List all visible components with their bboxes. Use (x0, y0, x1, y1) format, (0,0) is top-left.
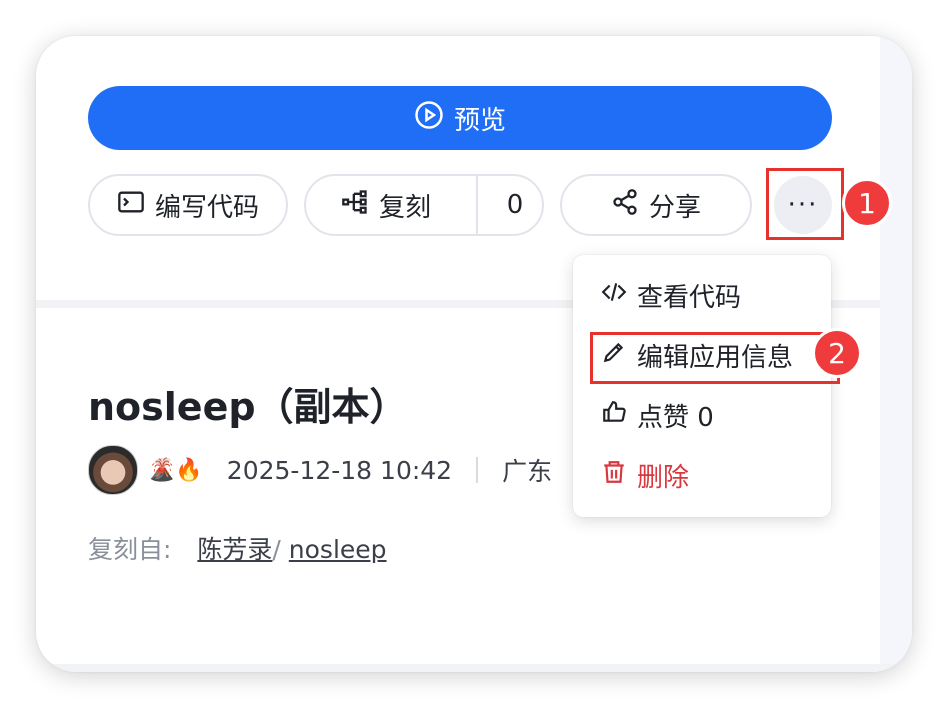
write-code-label: 编写代码 (154, 192, 259, 223)
meta-divider (476, 457, 479, 483)
emoji-tag: 🌋🔥 (148, 457, 203, 483)
fork-button[interactable]: 复刻 0 (304, 174, 544, 236)
menu-item-like[interactable]: 点赞 0 (573, 385, 831, 445)
play-circle-icon (414, 100, 444, 137)
fork-count: 0 (506, 190, 524, 220)
fork-divider (476, 175, 478, 235)
author-link[interactable]: 陈芳录 (197, 535, 272, 564)
fork-source: 复刻自: 陈芳录/ nosleep (88, 530, 387, 566)
preview-label: 预览 (453, 105, 506, 136)
menu-item-delete[interactable]: 删除 (573, 445, 831, 505)
write-code-button[interactable]: 编写代码 (88, 174, 288, 236)
publish-date: 2025-12-18 10:42 (226, 455, 453, 485)
menu-item-label: 查看代码 (637, 282, 742, 313)
highlight-box-more (766, 168, 844, 240)
highlight-box-edit (590, 332, 840, 384)
menu-item-label: 删除 (637, 462, 690, 493)
step-badge-2: 2 (812, 328, 862, 378)
code-icon (601, 279, 627, 312)
fork-label: 复刻 (378, 192, 431, 223)
preview-button[interactable]: 预览 (88, 86, 832, 150)
terminal-icon (117, 188, 145, 223)
bottom-divider (36, 664, 912, 672)
menu-item-view-code[interactable]: 查看代码 (573, 265, 831, 325)
source-app-link[interactable]: nosleep (289, 535, 387, 564)
share-icon (611, 188, 639, 223)
app-meta: 🌋🔥 2025-12-18 10:42 广东 (88, 444, 552, 496)
avatar[interactable] (88, 445, 138, 495)
thumbs-up-icon (601, 399, 627, 432)
fork-icon (341, 188, 369, 223)
app-card: 预览 编写代码 复刻 0 分享 ··· 1 nosleep（副本） 🌋🔥 202… (36, 36, 912, 672)
side-panel (880, 36, 912, 672)
share-label: 分享 (648, 192, 701, 223)
location: 广东 (502, 457, 553, 486)
fork-source-label: 复刻自: (88, 535, 172, 564)
source-separator: / (272, 535, 281, 564)
more-menu: 查看代码 编辑应用信息 点赞 0 删除 (573, 255, 831, 517)
share-button[interactable]: 分享 (560, 174, 752, 236)
trash-icon (601, 459, 627, 492)
menu-item-label: 点赞 0 (637, 402, 714, 433)
app-title: nosleep（副本） (88, 385, 408, 429)
step-badge-1: 1 (842, 178, 892, 228)
